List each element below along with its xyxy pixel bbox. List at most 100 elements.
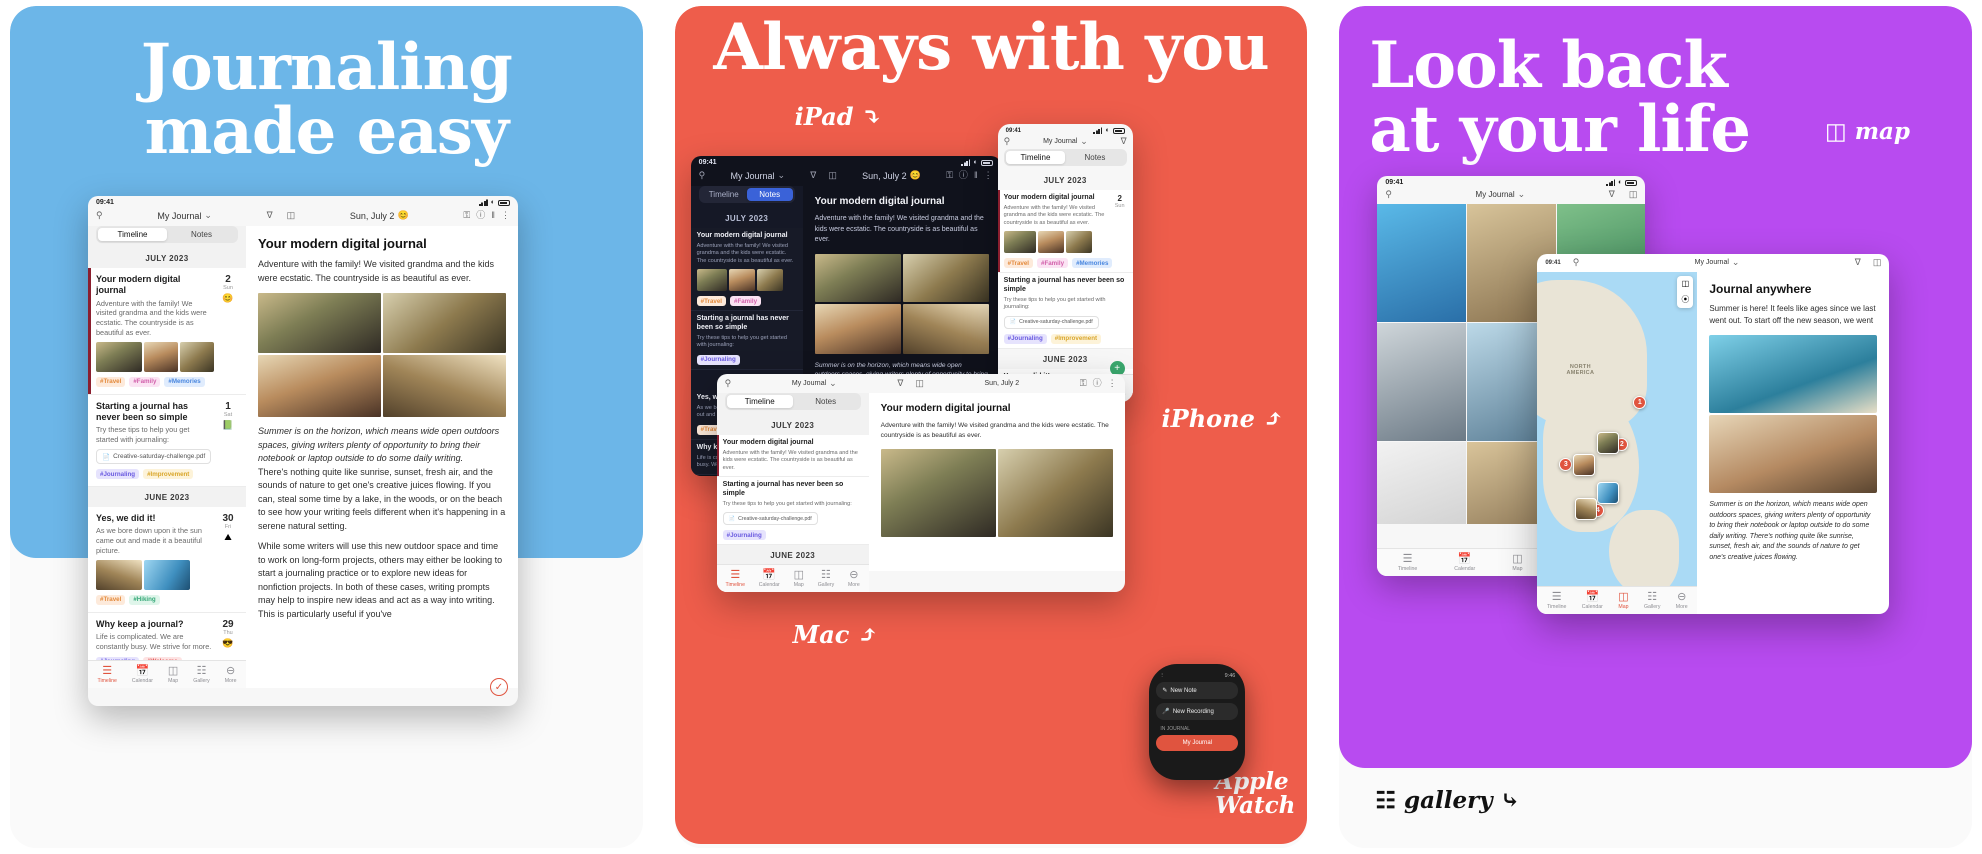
tab-bar-more[interactable]: ⊖More (848, 569, 860, 588)
reader-photo-grid[interactable] (814, 253, 989, 354)
info-icon[interactable]: ⓘ (476, 211, 485, 220)
tab-bar-gallery[interactable]: ☷Gallery (818, 569, 834, 588)
reader-photo[interactable] (1709, 415, 1878, 493)
bottom-tab-bar[interactable]: ☰Timeline 📅Calendar ◫Map ☷Gallery ⊖More (88, 659, 246, 688)
timeline-notes-segment[interactable]: Timeline Notes (96, 226, 238, 243)
tab-notes[interactable]: Notes (167, 228, 236, 241)
search-icon[interactable]: ⚲ (725, 379, 732, 388)
filter-icon[interactable]: ∇ (1855, 258, 1861, 267)
watch-new-note-button[interactable]: ✎ New Note (1156, 682, 1239, 699)
list-item[interactable]: Your modern digital journal Adventure wi… (690, 228, 803, 312)
tag[interactable]: #Family (129, 376, 161, 387)
list-item[interactable]: Starting a journal has never been so sim… (997, 273, 1133, 349)
journal-title-menu[interactable]: My Journal ⌄ (157, 211, 212, 221)
tag[interactable]: #Journaling (696, 354, 740, 365)
journal-title-menu[interactable]: My Journal ⌄ (1695, 258, 1740, 267)
map-controls[interactable]: ◫ ⦿ (1677, 276, 1694, 308)
map-photo-pin[interactable] (1597, 432, 1620, 454)
attachment-chip[interactable]: 📄 Creative-saturday-challenge.pdf (96, 449, 212, 465)
thumbnail[interactable] (96, 341, 142, 372)
tag[interactable]: #Travel (696, 296, 727, 307)
apple-watch-device[interactable]: ⋮ 9:46 ✎ New Note 🎤 New Recording IN JOU… (1149, 664, 1246, 780)
map-photo-pin[interactable] (1597, 482, 1620, 504)
tab-bar-timeline[interactable]: ☰Timeline (97, 665, 116, 684)
tag[interactable]: #Travel (1003, 258, 1034, 269)
reader-photo[interactable] (383, 355, 506, 417)
layout-icon[interactable]: ‖ (974, 171, 978, 180)
tab-bar-calendar[interactable]: 📅Calendar (132, 665, 153, 684)
thumbnail[interactable] (1003, 231, 1036, 254)
more-menu-icon[interactable]: ⋮ (501, 211, 510, 220)
tag[interactable]: #Hiking (129, 594, 160, 605)
tab-bar-calendar[interactable]: 📅Calendar (1582, 591, 1603, 610)
thumbnail[interactable] (96, 559, 142, 590)
map-photo-pin[interactable] (1575, 498, 1598, 520)
more-menu-icon[interactable]: ⋮ (984, 171, 993, 180)
thumbnail[interactable] (696, 269, 727, 292)
tag[interactable]: #Journaling (96, 469, 140, 480)
reader-photo[interactable] (997, 448, 1113, 537)
entry-thumbnails[interactable] (696, 269, 797, 292)
reader-photo-grid[interactable] (258, 293, 506, 418)
filter-icon[interactable]: ∇ (1609, 190, 1615, 199)
entry-thumbnails[interactable] (96, 559, 238, 590)
reader-photo[interactable] (383, 293, 506, 353)
thumbnail[interactable] (756, 269, 783, 292)
filter-icon[interactable]: ∇ (267, 211, 273, 220)
timeline-notes-segment[interactable]: Timeline Notes (724, 393, 861, 410)
attachment-chip[interactable]: 📄 Creative-saturday-challenge.pdf (722, 512, 818, 526)
map-locate-icon[interactable]: ⦿ (1677, 291, 1693, 308)
search-icon[interactable]: ⚲ (1573, 258, 1580, 267)
filter-icon[interactable]: ∇ (1121, 137, 1127, 146)
entries-list[interactable]: JULY 2023 Your modern digital journal Ad… (88, 248, 246, 660)
tag[interactable]: #Journaling (722, 530, 766, 541)
search-icon[interactable]: ⚲ (1385, 190, 1392, 199)
list-item[interactable]: Your modern digital journal Adventure wi… (88, 268, 246, 395)
reader-photo[interactable] (258, 293, 381, 353)
journal-title-menu[interactable]: My Journal ⌄ (731, 171, 786, 181)
tab-timeline[interactable]: Timeline (98, 228, 167, 241)
entry-thumbnails[interactable] (96, 341, 238, 372)
tab-bar-timeline[interactable]: ☰Timeline (1398, 553, 1417, 572)
tag[interactable]: #Improvement (143, 469, 194, 480)
gallery-photo[interactable] (1377, 323, 1466, 442)
tab-bar-more[interactable]: ⊖More (225, 665, 237, 684)
thumbnail[interactable] (1065, 231, 1092, 254)
tag[interactable]: #Memories (1072, 258, 1113, 269)
tab-bar-map[interactable]: ◫Map (168, 665, 178, 684)
lock-icon[interactable]: ⚿ (946, 171, 953, 180)
sidebar-icon[interactable]: ◫ (1873, 258, 1882, 267)
thumbnail[interactable] (144, 559, 190, 590)
reader-photo-grid[interactable] (880, 448, 1113, 537)
journal-title-menu[interactable]: My Journal ⌄ (1043, 137, 1088, 146)
lock-icon[interactable]: ⚿ (463, 211, 470, 220)
thumbnail[interactable] (728, 269, 755, 292)
search-icon[interactable]: ⚲ (699, 171, 706, 180)
map-layers-icon[interactable]: ◫ (1677, 276, 1693, 291)
tag[interactable]: #Journaling (1003, 333, 1047, 344)
journal-title-menu[interactable]: My Journal ⌄ (1476, 190, 1526, 200)
tab-bar-gallery[interactable]: ☷Gallery (1644, 591, 1660, 610)
sidebar-icon[interactable]: ◫ (287, 211, 296, 220)
tab-timeline[interactable]: Timeline (701, 188, 747, 201)
thumbnail[interactable] (1037, 231, 1064, 254)
list-item[interactable]: Starting a journal has never been so sim… (690, 311, 803, 370)
tag[interactable]: #Journaling (96, 656, 140, 660)
list-item[interactable]: Yes, we did it! As we bore down upon it … (88, 507, 246, 613)
iphone-app-window[interactable]: 09:41 ◐ ⚲ My Journal ⌄ ∇ Timeline Notes … (997, 124, 1133, 402)
list-item[interactable]: Starting a journal has never been so sim… (88, 394, 246, 488)
thumbnail[interactable] (180, 341, 214, 372)
reader-photo[interactable] (258, 355, 381, 417)
map-pin[interactable]: 1 (1633, 396, 1647, 409)
list-item[interactable]: Why keep a journal? Life is complicated.… (88, 612, 246, 660)
tag[interactable]: #Travel (96, 594, 126, 605)
watch-new-recording-button[interactable]: 🎤 New Recording (1156, 703, 1239, 720)
search-icon[interactable]: ⚲ (1004, 137, 1011, 146)
sidebar-icon[interactable]: ◫ (1629, 190, 1638, 199)
done-check-icon[interactable]: ✓ (490, 678, 508, 696)
attachment-chip[interactable]: 📄 Creative-saturday-challenge.pdf (1003, 315, 1099, 329)
timeline-notes-segment[interactable]: Timeline Notes (698, 186, 795, 203)
watch-journal-button[interactable]: My Journal (1156, 735, 1239, 751)
tag[interactable]: #Travel (96, 376, 126, 387)
reader-photo[interactable] (880, 448, 996, 537)
